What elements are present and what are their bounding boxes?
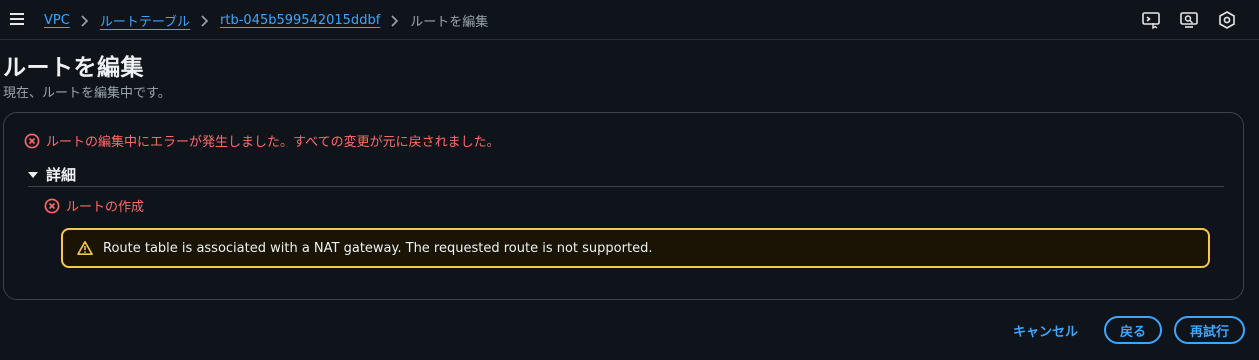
chevron-right-icon — [201, 14, 209, 27]
chevron-right-icon — [391, 14, 399, 27]
error-message: ルートの編集中にエラーが発生しました。すべての変更が元に戻されました。 — [24, 131, 500, 150]
cloudshell-icon[interactable] — [1141, 10, 1161, 30]
caret-down-icon — [28, 171, 38, 178]
back-button[interactable]: 戻る — [1103, 316, 1162, 344]
cancel-button[interactable]: キャンセル — [999, 316, 1092, 344]
details-label: 詳細 — [46, 166, 77, 184]
breadcrumb-link-vpc[interactable]: VPC — [44, 13, 70, 28]
feedback-icon[interactable] — [1179, 10, 1199, 30]
warning-text: Route table is associated with a NAT gat… — [103, 240, 653, 256]
sub-error: ルートの作成 — [44, 196, 144, 215]
settings-icon[interactable] — [1217, 10, 1237, 30]
form-actions: キャンセル 戻る 再試行 — [999, 316, 1245, 344]
error-circle-icon — [44, 198, 60, 213]
breadcrumb: VPC ルートテーブル rtb-045b599542015ddbf ルートを編集 — [44, 11, 488, 30]
error-message-text: ルートの編集中にエラーが発生しました。すべての変更が元に戻されました。 — [46, 135, 500, 150]
warning-alert: Route table is associated with a NAT gat… — [61, 228, 1210, 268]
sub-error-text: ルートの作成 — [66, 200, 145, 215]
breadcrumb-link-route-tables[interactable]: ルートテーブル — [100, 11, 190, 30]
breadcrumb-current: ルートを編集 — [410, 15, 489, 30]
top-navigation-bar: VPC ルートテーブル rtb-045b599542015ddbf ルートを編集 — [0, 0, 1259, 40]
breadcrumb-link-route-table-id[interactable]: rtb-045b599542015ddbf — [220, 13, 380, 28]
page-title: ルートを編集 — [3, 55, 144, 81]
chevron-right-icon — [81, 14, 88, 27]
top-right-tools — [1141, 10, 1237, 30]
hamburger-menu-icon[interactable] — [10, 12, 24, 26]
details-expander[interactable]: 詳細 — [28, 163, 1224, 187]
page-subtitle: 現在、ルートを編集中です。 — [3, 86, 171, 101]
error-panel: ルートの編集中にエラーが発生しました。すべての変更が元に戻されました。 詳細 ル… — [3, 112, 1244, 300]
warning-triangle-icon — [77, 241, 93, 255]
error-circle-icon — [24, 133, 40, 148]
retry-button[interactable]: 再試行 — [1173, 316, 1245, 344]
